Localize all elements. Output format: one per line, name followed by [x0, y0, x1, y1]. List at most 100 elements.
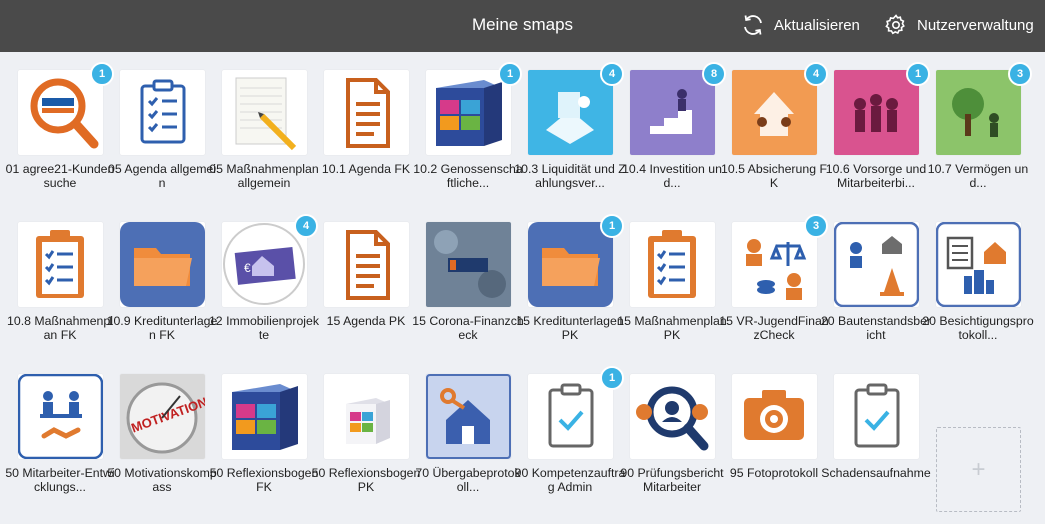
document-orange-icon — [346, 230, 390, 300]
smap-label: 15 Kreditunterlagen PK — [516, 314, 624, 342]
add-smap-button[interactable]: + — [936, 427, 1021, 512]
smap-label: 01 agree21-Kundensuche — [5, 162, 115, 190]
clipboard-checklist-blue-icon — [140, 79, 186, 144]
smap-tile[interactable]: 10.7 Vermögen und... 3 — [918, 52, 1032, 202]
refresh-label: Aktualisieren — [774, 16, 860, 34]
document-orange-icon — [346, 78, 390, 148]
smap-thumbnail — [120, 222, 205, 307]
smap-label: 90 Kompetenzauftrag Admin — [514, 466, 626, 494]
smap-tile[interactable]: MOTIVATION 50 Motivationskompass — [102, 356, 217, 506]
folder-blue-icon — [528, 222, 613, 307]
smap-tile[interactable]: 10.3 Liquidität und Zahlungsver... 4 — [510, 52, 626, 202]
employee-meeting-icon — [18, 374, 103, 459]
smap-tile[interactable]: 15 Agenda PK — [306, 204, 409, 354]
smap-tile[interactable]: 15 Maßnahmenplan PK — [612, 204, 727, 354]
product-box-icon — [436, 80, 502, 146]
smap-tile[interactable]: 10.5 Absicherung FK 4 — [714, 52, 828, 202]
smap-tile[interactable]: 90 Kompetenzauftrag Admin 1 — [510, 356, 625, 506]
smap-label: 20 Besichtigungsprotokoll... — [922, 314, 1034, 342]
smap-label: 10.6 Vorsorge und Mitarbeiterbi... — [825, 162, 927, 190]
wealth-tree-illustration-icon — [936, 70, 1021, 155]
user-management-button[interactable]: Nutzerverwaltung — [884, 13, 1034, 37]
smaps-grid: + 01 agree21-Kundensuche 1 05 Agenda allge… — [0, 52, 1045, 524]
smap-tile[interactable]: 10.2 Genossenschaftliche... 1 — [408, 52, 523, 202]
notepad-pencil-icon — [235, 77, 297, 151]
smap-thumbnail — [426, 222, 511, 307]
smap-label: 15 Corona-Finanzcheck — [412, 314, 524, 342]
user-management-label: Nutzerverwaltung — [917, 16, 1034, 34]
smap-tile[interactable]: 15 VR-JugendFinanzCheck 3 — [714, 204, 829, 354]
clipboard-check-icon — [854, 383, 900, 448]
corona-photo-icon — [426, 222, 511, 307]
smap-label: 70 Übergabeprotokoll... — [415, 466, 521, 494]
smap-tile[interactable]: 20 Besichtigungsprotokoll... — [918, 204, 1034, 354]
folder-blue-icon — [120, 222, 205, 307]
smap-thumbnail — [18, 70, 103, 155]
smap-thumbnail — [630, 70, 715, 155]
smap-tile[interactable]: 10.8 Maßnahmenplan FK — [0, 204, 113, 354]
smap-label: 50 Mitarbeiter-Entwicklungs... — [5, 466, 115, 494]
smap-tile[interactable]: €12 Immobilienprojekte 4 — [204, 204, 319, 354]
smap-tile[interactable]: 10.6 Vorsorge und Mitarbeiterbi... 1 — [816, 52, 930, 202]
count-badge: 3 — [1008, 62, 1032, 86]
smap-thumbnail — [426, 374, 511, 459]
smap-thumbnail — [732, 70, 817, 155]
smap-thumbnail — [324, 222, 409, 307]
smap-tile[interactable]: 15 Kreditunterlagen PK 1 — [510, 204, 624, 354]
smap-tile[interactable]: 50 Reflexionsbogen FK — [204, 356, 318, 506]
smap-tile[interactable]: 20 Bautenstandsbericht — [816, 204, 931, 354]
smap-label: 10.9 Kreditunterlagen FK — [106, 314, 218, 342]
smap-thumbnail — [834, 374, 919, 459]
smap-label: 95 Fotoprotokoll — [729, 466, 819, 480]
smap-tile[interactable]: 01 agree21-Kundensuche 1 — [0, 52, 114, 202]
construction-report-icon — [834, 222, 919, 307]
svg-text:€: € — [244, 261, 251, 275]
smap-tile[interactable]: 70 Übergabeprotokoll... — [408, 356, 521, 506]
liquidity-illustration-icon — [528, 70, 613, 155]
smap-label: 20 Bautenstandsbericht — [820, 314, 932, 342]
youth-finance-icon — [746, 239, 807, 300]
smap-tile[interactable]: 15 Corona-Finanzcheck — [408, 204, 524, 354]
smap-label: 05 Maßnahmenplan allgemein — [209, 162, 319, 190]
smap-thumbnail: MOTIVATION — [120, 374, 205, 459]
gear-icon — [885, 14, 905, 35]
smap-thumbnail — [426, 70, 511, 155]
smap-label: 90 Prüfungsbericht Mitarbeiter — [620, 466, 724, 494]
smap-thumbnail — [936, 70, 1021, 155]
camera-icon — [744, 390, 804, 440]
clipboard-check-icon — [548, 383, 594, 448]
smap-tile[interactable]: 50 Reflexionsbogen PK — [306, 356, 420, 506]
smap-thumbnail — [936, 222, 1021, 307]
refresh-button[interactable]: Aktualisieren — [741, 13, 860, 37]
smap-tile[interactable]: 10.1 Agenda FK — [306, 52, 410, 202]
smap-thumbnail — [630, 222, 715, 307]
smap-label: 15 VR-JugendFinanzCheck — [719, 314, 829, 342]
audit-magnifier-icon — [636, 386, 709, 451]
smap-tile[interactable]: 90 Prüfungsbericht Mitarbeiter — [612, 356, 724, 506]
smap-thumbnail — [120, 70, 205, 155]
smap-tile[interactable]: Schadensaufnahme — [816, 356, 931, 506]
smap-thumbnail — [834, 70, 919, 155]
smap-tile[interactable]: 05 Maßnahmenplan allgemein — [204, 52, 319, 202]
smap-thumbnail — [630, 374, 715, 459]
investment-illustration-icon — [630, 70, 715, 155]
protection-illustration-icon — [732, 70, 817, 155]
smap-label: 50 Reflexionsbogen PK — [311, 466, 421, 494]
smap-thumbnail — [732, 374, 817, 459]
product-box-small-icon — [346, 398, 390, 444]
house-key-icon — [426, 374, 511, 459]
smap-tile[interactable]: 10.9 Kreditunterlagen FK — [102, 204, 217, 354]
smap-thumbnail — [528, 222, 613, 307]
clipboard-checklist-orange-icon — [648, 230, 696, 298]
smap-label: 10.5 Absicherung FK — [721, 162, 827, 190]
smap-tile[interactable]: 50 Mitarbeiter-Entwicklungs... — [0, 356, 115, 506]
real-estate-banknote-icon: € — [223, 223, 305, 305]
smap-thumbnail — [732, 222, 817, 307]
smap-thumbnail — [324, 70, 409, 155]
smap-tile[interactable]: 05 Agenda allgemein — [102, 52, 216, 202]
smap-label: 50 Reflexionsbogen FK — [209, 466, 319, 494]
smap-tile[interactable]: 95 Fotoprotokoll — [714, 356, 818, 506]
smap-tile[interactable]: 10.4 Investition und... 8 — [612, 52, 726, 202]
smap-label: 50 Motivationskompass — [107, 466, 217, 494]
smap-thumbnail: € — [222, 222, 307, 307]
